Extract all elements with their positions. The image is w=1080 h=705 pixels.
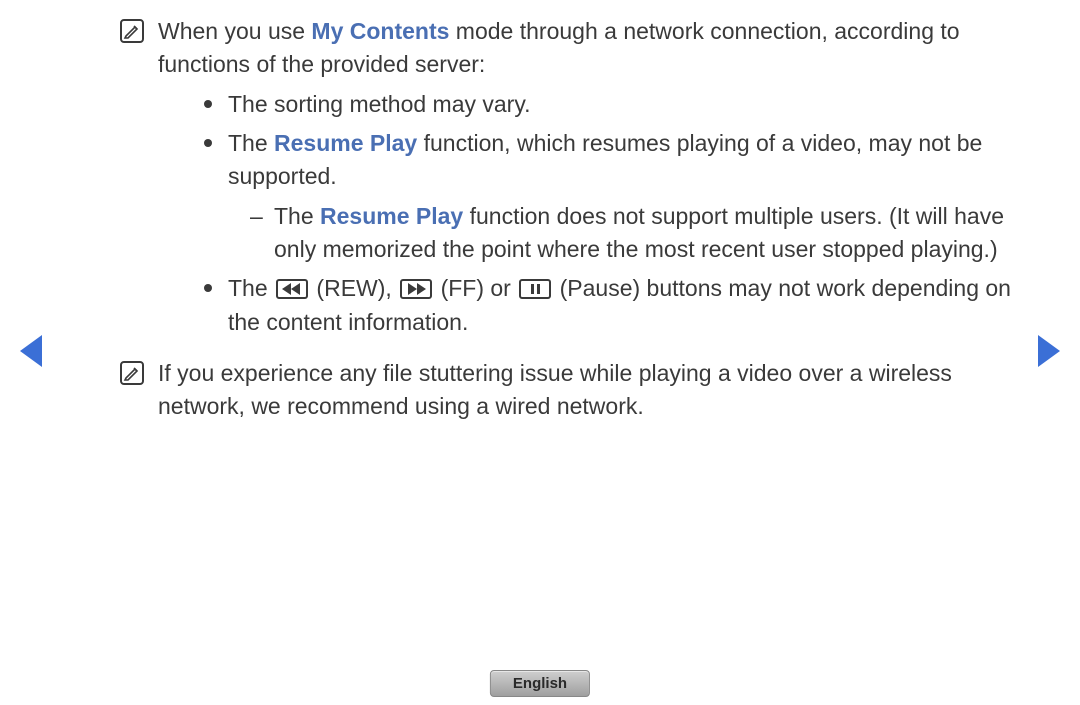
bullet-1: The sorting method may vary. <box>196 88 1030 121</box>
note-icon-box <box>120 19 148 43</box>
note-1-text: When you use My Contents mode through a … <box>158 15 1030 345</box>
next-page-arrow[interactable] <box>1038 335 1060 367</box>
dash-list: The Resume Play function does not suppor… <box>246 200 1030 267</box>
b3-pre: The <box>228 275 274 301</box>
note1-pre: When you use <box>158 18 311 44</box>
d1-highlight: Resume Play <box>320 203 463 229</box>
note-block-2: If you experience any file stuttering is… <box>120 357 1030 424</box>
b3-ff: (FF) or <box>434 275 517 301</box>
language-button[interactable]: English <box>490 670 590 697</box>
manual-page: When you use My Contents mode through a … <box>0 0 1080 705</box>
bullet-1-text: The sorting method may vary. <box>228 91 531 117</box>
d1-pre: The <box>274 203 320 229</box>
note1-highlight: My Contents <box>311 18 449 44</box>
fast-forward-icon <box>400 279 432 299</box>
bullet-2: The Resume Play function, which resumes … <box>196 127 1030 266</box>
b2-pre: The <box>228 130 274 156</box>
b3-rew: (REW), <box>310 275 398 301</box>
content-area: When you use My Contents mode through a … <box>120 15 1030 436</box>
note-icon-box-2 <box>120 361 148 385</box>
note-block-1: When you use My Contents mode through a … <box>120 15 1030 345</box>
note-icon <box>120 19 144 43</box>
pause-icon <box>519 279 551 299</box>
bullet-list: The sorting method may vary. The Resume … <box>196 88 1030 339</box>
b2-highlight: Resume Play <box>274 130 417 156</box>
prev-page-arrow[interactable] <box>20 335 42 367</box>
dash-1: The Resume Play function does not suppor… <box>246 200 1030 267</box>
rewind-icon <box>276 279 308 299</box>
note-2-text: If you experience any file stuttering is… <box>158 357 1030 424</box>
note-icon <box>120 361 144 385</box>
note2-text: If you experience any file stuttering is… <box>158 360 952 419</box>
language-label: English <box>513 675 567 692</box>
bullet-3: The (REW), (FF) or (Pause) buttons may n… <box>196 272 1030 339</box>
